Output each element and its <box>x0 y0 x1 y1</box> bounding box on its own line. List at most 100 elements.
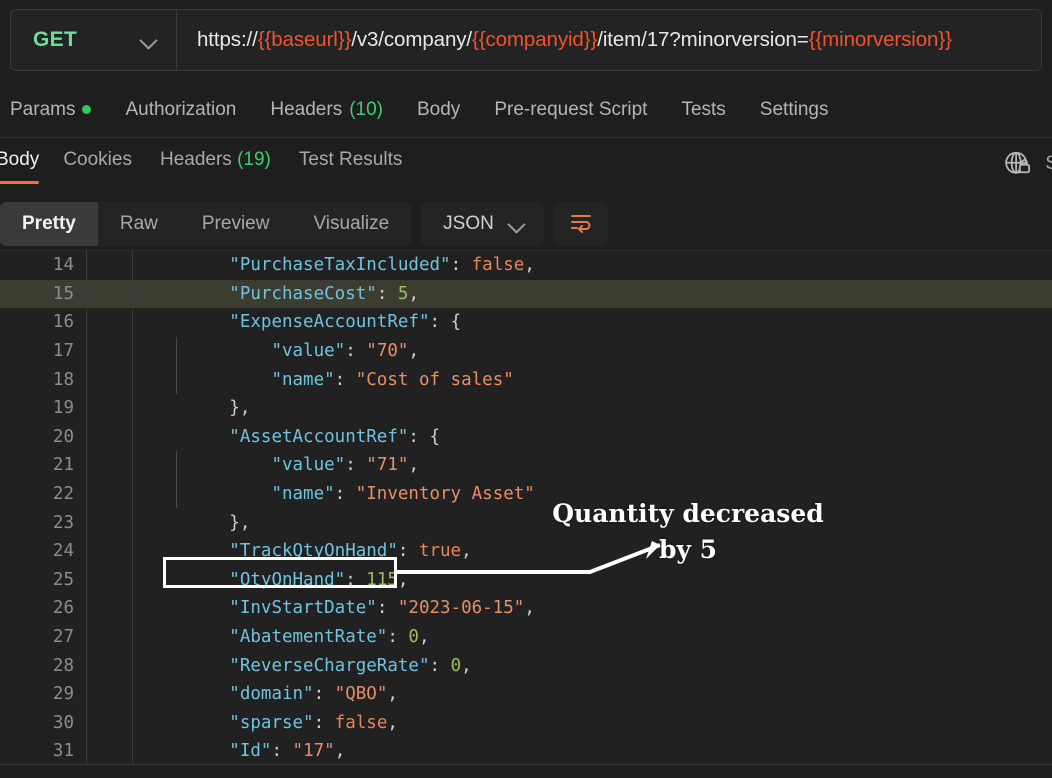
code-token: "QBO" <box>334 684 388 705</box>
response-tab-test-results[interactable]: Test Results <box>299 139 402 171</box>
code-token: "value" <box>271 341 346 362</box>
code-line-number: 17 <box>52 341 74 362</box>
view-mode-visualize[interactable]: Visualize <box>291 202 411 246</box>
code-line-number: 28 <box>52 655 74 676</box>
request-tab-authorization[interactable]: Authorization <box>125 99 236 121</box>
code-fold-gutter <box>86 308 132 337</box>
code-fold-gutter <box>86 336 132 366</box>
request-tab-label: Settings <box>759 98 829 120</box>
code-fold-gutter <box>86 536 132 566</box>
request-url-bar: GET https://{{baseurl}}/v3/company/{{com… <box>0 0 1052 82</box>
code-line-number: 18 <box>52 369 74 390</box>
status-bar <box>0 764 1052 778</box>
request-tab-headers[interactable]: Headers (10) <box>270 99 383 121</box>
code-token: "70" <box>366 341 409 362</box>
code-line-text: "AbatementRate": 0, <box>133 627 429 647</box>
code-token: , <box>387 712 398 733</box>
code-token: , <box>334 741 346 762</box>
request-tab-label: Params <box>10 98 76 120</box>
code-indent-guide <box>176 336 177 366</box>
response-tab-headers[interactable]: Headers (19) <box>160 139 271 171</box>
code-line: 30 "sparse": false, <box>0 708 1052 738</box>
url-input[interactable]: https://{{baseurl}}/v3/company/{{company… <box>177 28 1041 52</box>
code-token: : <box>397 541 419 562</box>
request-tab-params[interactable]: Params <box>10 98 92 121</box>
url-variable: {{baseurl}} <box>257 28 352 51</box>
chevron-down-icon <box>140 31 158 49</box>
code-fold-gutter <box>86 451 132 480</box>
code-token: , <box>461 655 472 676</box>
response-view-toolbar: Pretty Raw Preview Visualize JSON <box>0 198 1052 250</box>
code-line-number: 26 <box>52 598 74 619</box>
code-token: "Cost of sales" <box>355 369 514 390</box>
view-mode-raw[interactable]: Raw <box>98 202 180 246</box>
request-tab-tests[interactable]: Tests <box>681 99 725 121</box>
code-token: }, <box>229 398 251 419</box>
code-line-text: }, <box>133 398 250 418</box>
url-variable: {{companyid}} <box>472 28 598 51</box>
code-token: 0 <box>450 655 462 676</box>
code-token: : <box>408 426 430 447</box>
response-tab-label: Test Results <box>298 149 403 170</box>
code-fold-gutter <box>86 422 132 452</box>
code-token: : <box>313 684 335 705</box>
code-line-number: 25 <box>52 569 74 590</box>
format-selector[interactable]: JSON <box>421 202 544 246</box>
response-tabs-right: S <box>1003 149 1052 179</box>
request-tab-pre-request-script[interactable]: Pre-request Script <box>494 99 647 121</box>
view-mode-pretty[interactable]: Pretty <box>0 202 98 246</box>
code-token: "TrackQtyOnHand" <box>229 541 398 562</box>
code-line-text: "AssetAccountRef": { <box>133 427 440 447</box>
code-token: "ExpenseAccountRef" <box>229 312 430 333</box>
code-line: 21 "value": "71", <box>0 451 1052 480</box>
code-token: "name" <box>271 484 335 505</box>
response-tab-body[interactable]: Body <box>0 139 40 184</box>
code-token: , <box>408 341 419 362</box>
code-token: "InvStartDate" <box>229 598 377 619</box>
code-fold-gutter <box>86 393 132 423</box>
code-token: : <box>429 655 451 676</box>
http-method-selector[interactable]: GET <box>11 10 177 70</box>
code-indent-guide <box>176 479 177 509</box>
request-tab-label: Body <box>417 98 461 120</box>
request-tab-body[interactable]: Body <box>417 99 460 121</box>
code-line-text: }, <box>133 513 250 533</box>
code-token: : <box>429 312 451 333</box>
word-wrap-button[interactable] <box>553 202 608 246</box>
response-body-code[interactable]: 14 "PurchaseTaxIncluded": false, 15 "Purc… <box>0 250 1052 765</box>
code-token: : <box>271 741 293 762</box>
code-fold-gutter <box>86 365 132 394</box>
code-line: 20 "AssetAccountRef": { <box>0 422 1052 452</box>
code-token: 115 <box>366 569 398 590</box>
save-response-truncated-label[interactable]: S <box>1045 153 1052 175</box>
word-wrap-icon <box>568 211 594 238</box>
code-token: : <box>376 283 398 304</box>
view-mode-preview[interactable]: Preview <box>180 202 292 246</box>
globe-lock-icon[interactable] <box>1003 149 1033 179</box>
code-line-text: "TrackQtyOnHand": true, <box>133 541 471 562</box>
code-line: 17 "value": "70", <box>0 336 1052 366</box>
code-line: 23 }, <box>0 508 1052 537</box>
code-token: }, <box>229 512 251 533</box>
request-tab-label: Tests <box>681 98 726 120</box>
code-token: "value" <box>271 455 346 476</box>
code-line: 31 "Id": "17", <box>0 737 1052 765</box>
code-fold-gutter <box>86 594 132 623</box>
code-fold-gutter <box>86 565 132 595</box>
code-token: , <box>387 684 398 705</box>
request-tab-settings[interactable]: Settings <box>760 99 829 121</box>
code-token: "ReverseChargeRate" <box>229 655 430 676</box>
code-token: true <box>418 541 462 562</box>
response-tab-cookies[interactable]: Cookies <box>63 139 132 171</box>
request-tabs: Params Authorization Headers (10) Body Pre-re… <box>0 82 1052 138</box>
code-line-text: "ExpenseAccountRef": { <box>133 312 461 332</box>
code-fold-gutter <box>86 651 132 680</box>
